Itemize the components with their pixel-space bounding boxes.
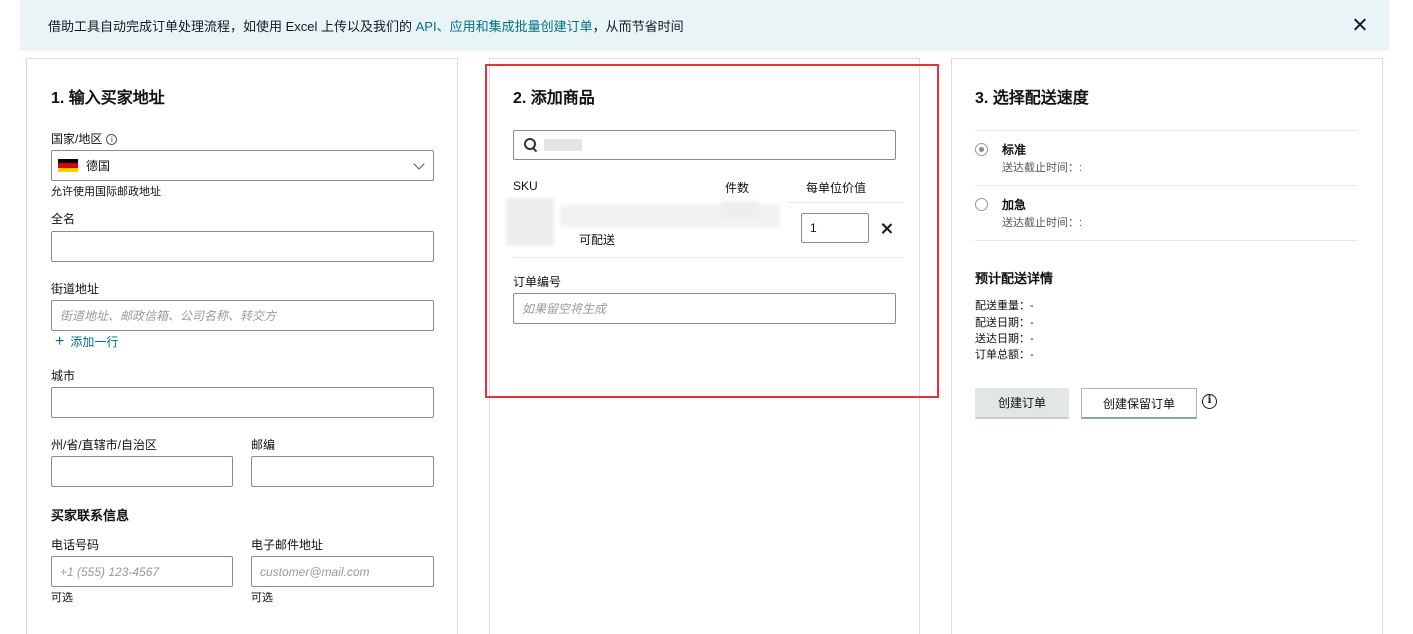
country-label: 国家/地区 i (51, 130, 118, 147)
unit-value-column-header: 每单位价值 (806, 181, 867, 195)
product-search-input[interactable] (513, 130, 896, 160)
ship-date: 配送日期：- (975, 317, 1034, 329)
city-input[interactable] (51, 387, 434, 418)
expedited-label: 加急 (1002, 198, 1027, 212)
full-name-input[interactable] (51, 231, 434, 262)
state-input[interactable] (51, 456, 233, 487)
shipping-divider-mid (975, 185, 1358, 186)
state-label: 州/省/直辖市/自治区 (51, 438, 158, 452)
phone-input[interactable] (51, 556, 233, 587)
germany-flag-icon (58, 159, 78, 172)
banner-link[interactable]: API、应用和集成批量创建订单 (416, 19, 593, 34)
shipping-weight: 配送重量：- (975, 300, 1034, 312)
quantity-input[interactable] (801, 213, 869, 243)
chevron-down-icon (413, 158, 425, 170)
address-title: 1. 输入买家地址 (51, 90, 165, 107)
city-label: 城市 (51, 369, 76, 383)
search-value-redacted (544, 139, 582, 151)
full-name-label: 全名 (51, 212, 76, 226)
expedited-radio[interactable] (975, 198, 988, 211)
delivery-details-title: 预计配送详情 (975, 271, 1054, 286)
info-icon[interactable]: i (1202, 394, 1217, 409)
close-icon[interactable] (1351, 16, 1369, 34)
plus-icon: + (55, 332, 65, 350)
email-optional: 可选 (251, 592, 273, 604)
add-line-link[interactable]: + 添加一行 (55, 333, 118, 350)
zip-input[interactable] (251, 456, 434, 487)
order-number-input[interactable] (513, 293, 896, 324)
sku-column-header: SKU (513, 179, 538, 193)
phone-label: 电话号码 (51, 538, 100, 552)
standard-label: 标准 (1002, 143, 1027, 157)
email-input[interactable] (251, 556, 434, 587)
product-sku-redacted (720, 201, 760, 219)
expedited-deadline: 送达截止时间：: (1002, 217, 1083, 229)
products-title: 2. 添加商品 (513, 90, 595, 107)
header-divider (788, 202, 904, 203)
shipping-title: 3. 选择配送速度 (975, 90, 1089, 107)
create-hold-order-button[interactable]: 创建保留订单 (1081, 388, 1197, 419)
email-label: 电子邮件地址 (251, 538, 324, 552)
info-banner: 借助工具自动完成订单处理流程，如使用 Excel 上传以及我们的 API、应用和… (20, 0, 1389, 51)
delivery-date: 送达日期：- (975, 333, 1034, 345)
street-label: 街道地址 (51, 282, 100, 296)
info-icon[interactable]: i (106, 134, 118, 145)
order-total: 订单总额：- (975, 349, 1034, 361)
close-icon[interactable] (880, 222, 893, 235)
shipping-divider-top (975, 130, 1358, 131)
street-input[interactable] (51, 300, 434, 331)
qty-column-header: 件数 (725, 181, 750, 195)
banner-text-after: ，从而节省时间 (592, 19, 684, 34)
country-value: 德国 (86, 159, 111, 173)
shipping-divider-bottom (975, 240, 1358, 241)
country-select[interactable]: 德国 (51, 150, 434, 181)
product-status: 可配送 (579, 233, 616, 247)
phone-optional: 可选 (51, 592, 73, 604)
search-icon (524, 138, 537, 151)
banner-text: 借助工具自动完成订单处理流程，如使用 Excel 上传以及我们的 API、应用和… (48, 16, 684, 35)
contact-title: 买家联系信息 (51, 508, 130, 523)
banner-text-before: 借助工具自动完成订单处理流程，如使用 Excel 上传以及我们的 (48, 19, 416, 34)
create-order-button[interactable]: 创建订单 (975, 388, 1069, 419)
standard-radio[interactable] (975, 143, 988, 156)
zip-label: 邮编 (251, 438, 276, 452)
add-line-text: 添加一行 (70, 335, 119, 349)
country-label-text: 国家/地区 (51, 132, 103, 146)
order-number-label: 订单编号 (513, 275, 562, 289)
row-divider (513, 257, 904, 258)
country-hint: 允许使用国际邮政地址 (51, 186, 161, 198)
product-image-redacted (506, 198, 554, 246)
standard-deadline: 送达截止时间：: (1002, 162, 1083, 174)
